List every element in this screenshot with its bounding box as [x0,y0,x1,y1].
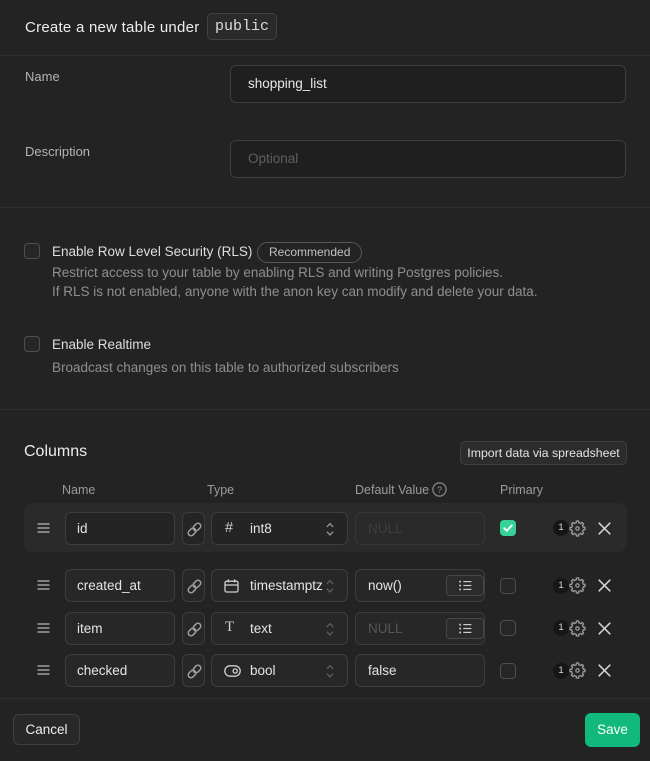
svg-text:?: ? [437,485,442,495]
